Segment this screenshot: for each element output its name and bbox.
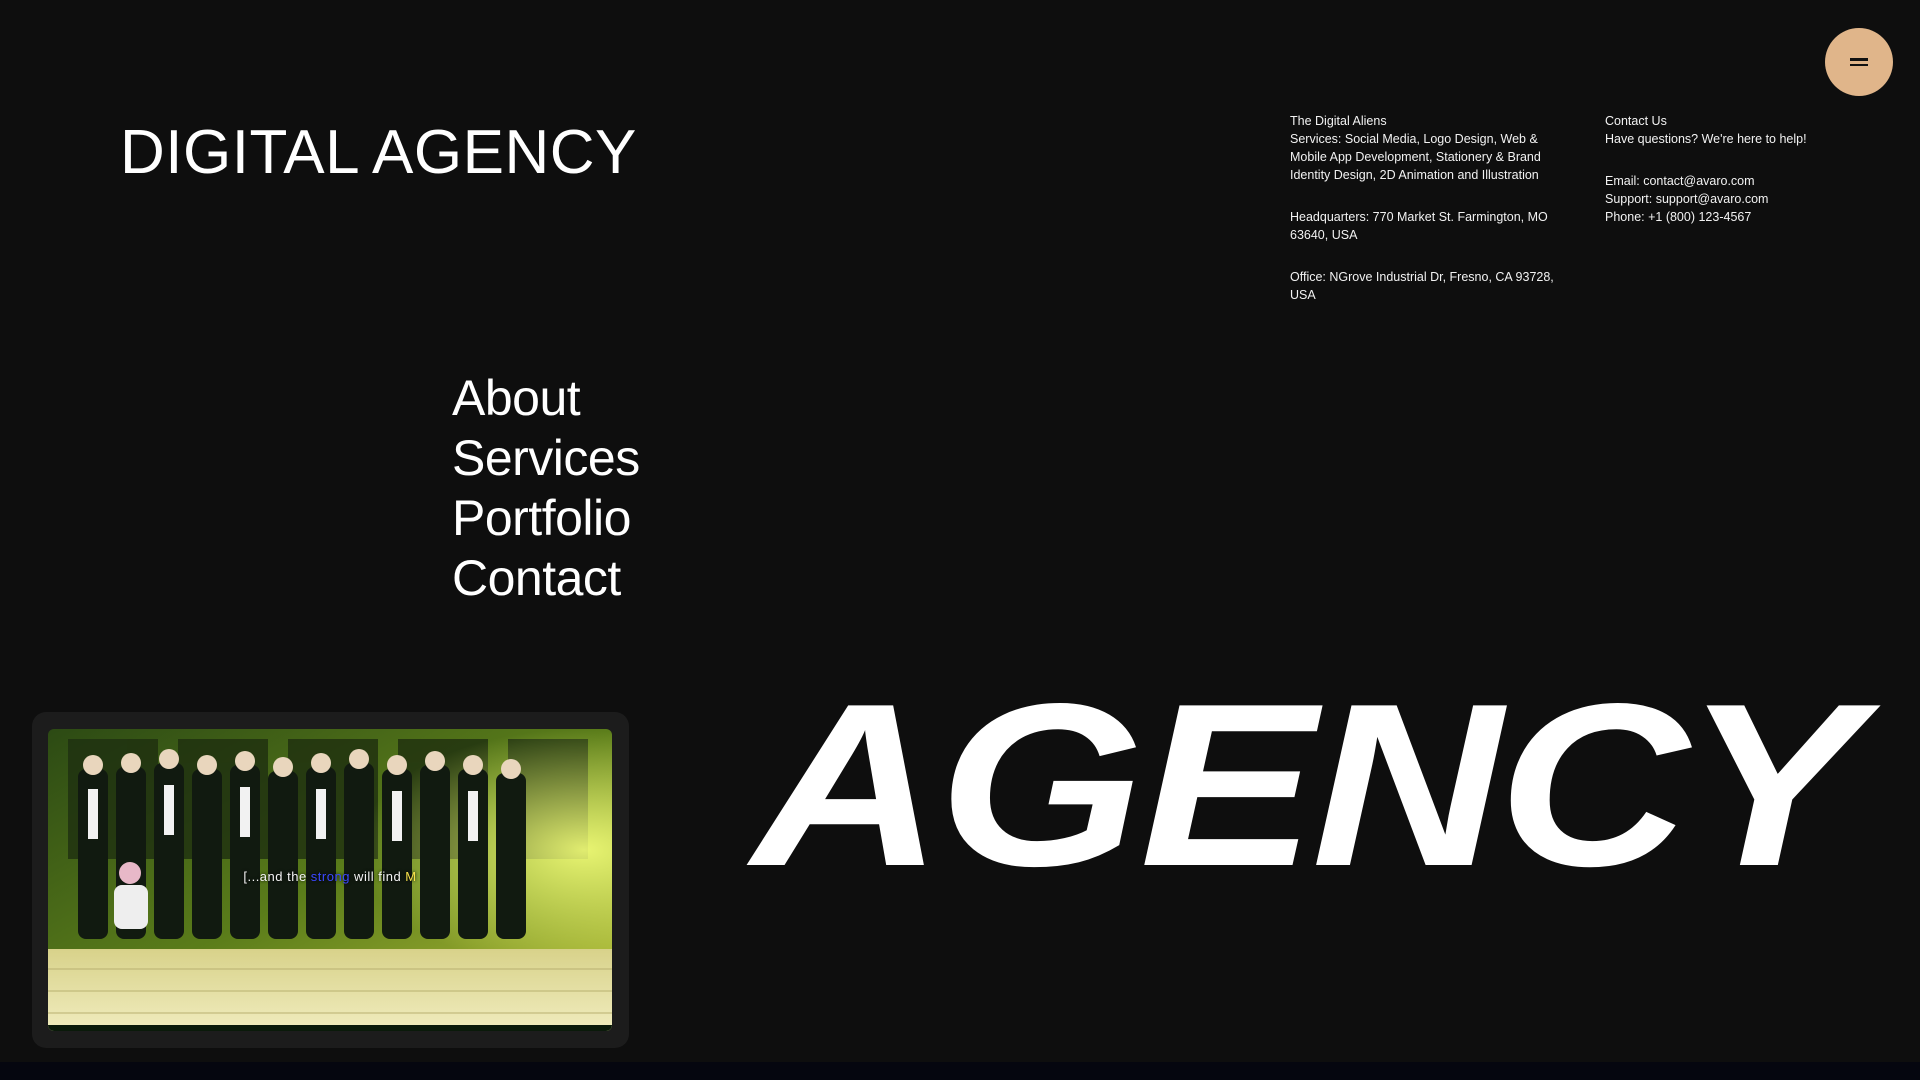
menu-button[interactable]: [1825, 28, 1893, 96]
menu-lines-icon: [1850, 58, 1868, 66]
phone-link[interactable]: Phone: +1 (800) 123-4567: [1605, 208, 1825, 226]
bottom-strip: [0, 1062, 1920, 1080]
services-text: Services: Social Media, Logo Design, Web…: [1290, 132, 1541, 182]
caption-part-4: M: [405, 869, 417, 884]
headquarters-text: Headquarters: 770 Market St. Farmington,…: [1290, 210, 1548, 242]
nav-menu: About Services Portfolio Contact: [452, 368, 640, 608]
video-card[interactable]: [...and the strong will find M: [32, 712, 629, 1048]
contact-title: Contact Us: [1605, 114, 1667, 128]
nav-item-services[interactable]: Services: [452, 428, 640, 488]
contact-details: Email: contact@avaro.com Support: suppor…: [1605, 172, 1825, 226]
video-player[interactable]: [...and the strong will find M: [48, 729, 612, 1031]
nav-item-about[interactable]: About: [452, 368, 640, 428]
caption-part-1: [...and the: [243, 869, 311, 884]
support-link[interactable]: Support: support@avaro.com: [1605, 190, 1825, 208]
page: DIGITAL AGENCY About Services Portfolio …: [0, 0, 1920, 1080]
company-details: The Digital Aliens Services: Social Medi…: [1290, 112, 1570, 184]
contact-info: Contact Us Have questions? We're here to…: [1605, 112, 1825, 226]
caption-part-3: will find: [349, 869, 406, 884]
office-text: Office: NGrove Industrial Dr, Fresno, CA…: [1290, 270, 1554, 302]
company-name: The Digital Aliens: [1290, 114, 1387, 128]
email-link[interactable]: Email: contact@avaro.com: [1605, 172, 1825, 190]
company-info: The Digital Aliens Services: Social Medi…: [1290, 112, 1570, 328]
contact-subtitle: Have questions? We're here to help!: [1605, 132, 1807, 146]
brand-title[interactable]: DIGITAL AGENCY: [120, 122, 637, 184]
hero-big-word: AGENCY: [752, 656, 1861, 915]
nav-item-portfolio[interactable]: Portfolio: [452, 488, 640, 548]
video-subtitle: [...and the strong will find M: [48, 869, 612, 884]
caption-part-2: strong: [310, 869, 350, 884]
nav-item-contact[interactable]: Contact: [452, 548, 640, 608]
